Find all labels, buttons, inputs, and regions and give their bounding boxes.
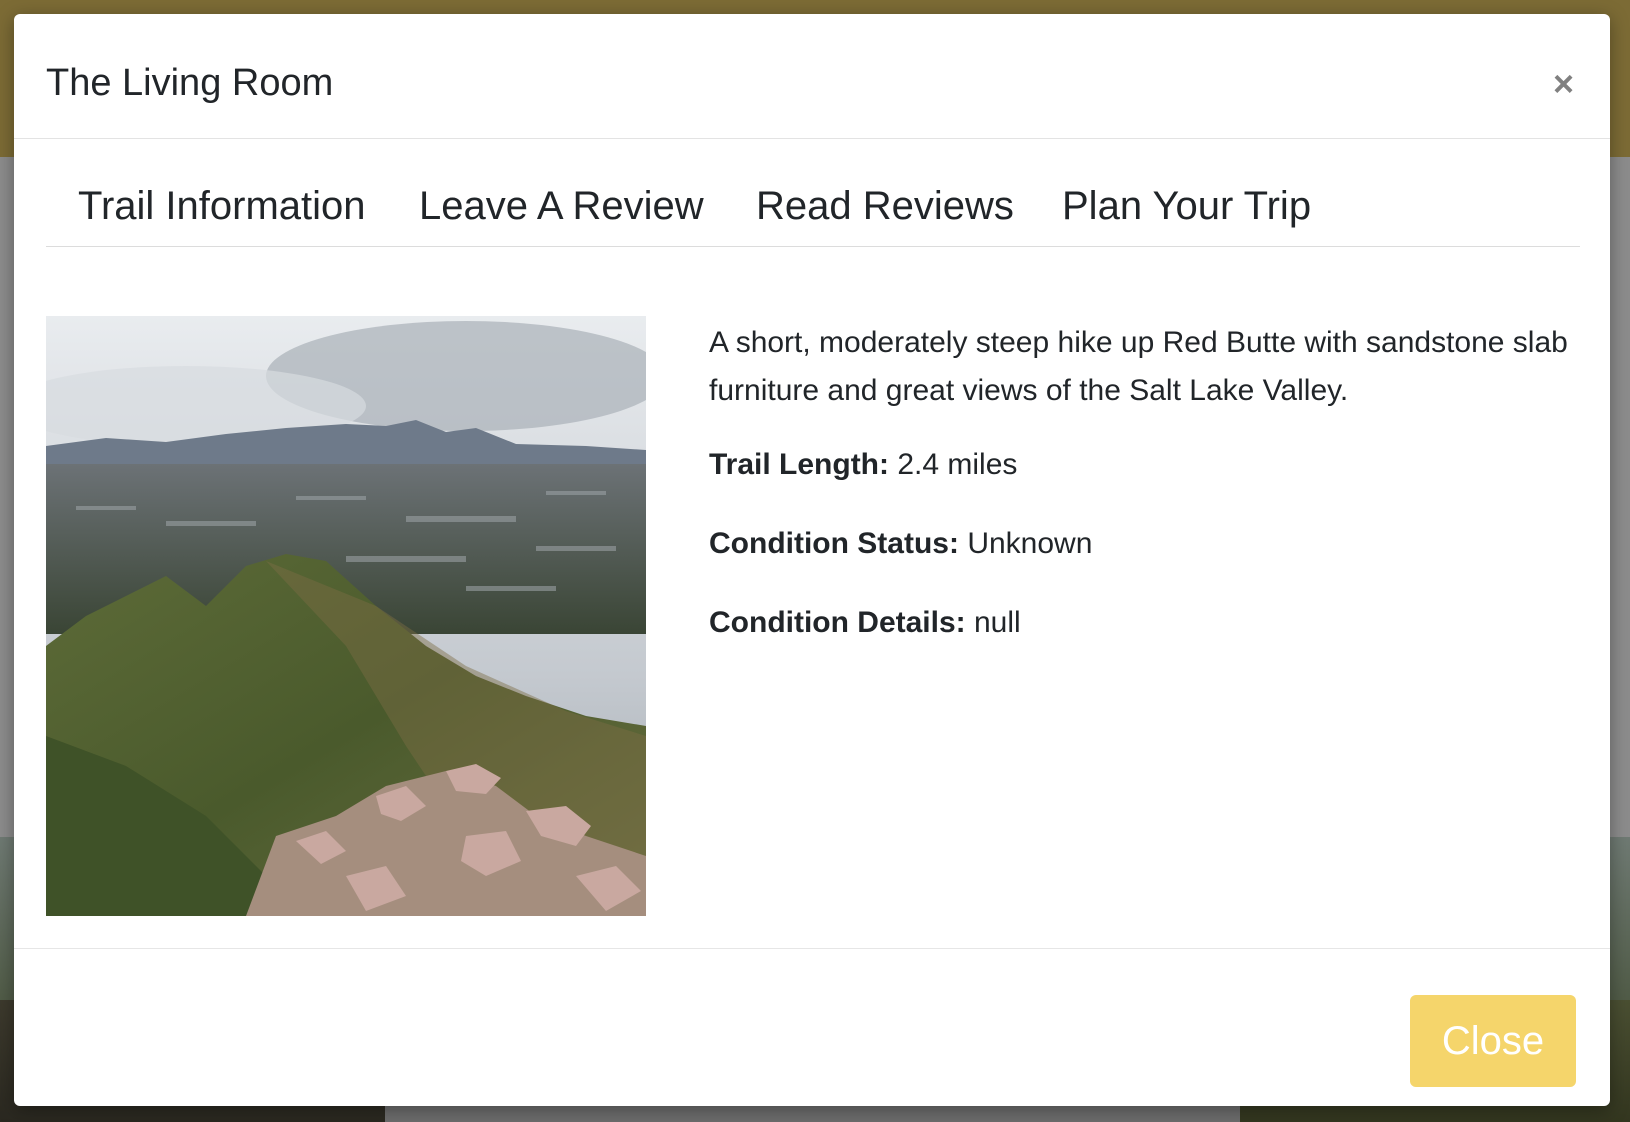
modal-header: The Living Room × — [14, 14, 1610, 139]
condition-status-label: Condition Status: — [709, 527, 959, 560]
condition-status: Condition Status: Unknown — [709, 522, 1589, 566]
tab-leave-a-review[interactable]: Leave A Review — [419, 182, 704, 230]
tab-plan-your-trip[interactable]: Plan Your Trip — [1062, 182, 1311, 230]
tab-trail-information[interactable]: Trail Information — [78, 182, 366, 230]
condition-details: Condition Details: null — [709, 601, 1589, 645]
tab-read-reviews[interactable]: Read Reviews — [756, 182, 1014, 230]
condition-status-value: Unknown — [967, 527, 1093, 560]
trail-length-label: Trail Length: — [709, 448, 889, 481]
trail-details: A short, moderately steep hike up Red Bu… — [709, 319, 1589, 680]
close-icon[interactable]: × — [1553, 66, 1574, 102]
page: The Living Room × Trail Information Leav… — [0, 0, 1630, 1122]
trail-description: A short, moderately steep hike up Red Bu… — [709, 326, 1568, 407]
modal-title: The Living Room — [46, 62, 334, 104]
trail-photo — [46, 316, 646, 916]
tab-bar: Trail Information Leave A Review Read Re… — [46, 174, 1580, 247]
trail-length: Trail Length: 2.4 miles — [709, 443, 1589, 487]
modal-footer: Close — [14, 948, 1610, 1106]
condition-details-value: null — [974, 606, 1021, 639]
trail-length-value: 2.4 miles — [897, 448, 1018, 481]
close-button[interactable]: Close — [1410, 995, 1576, 1087]
trail-modal: The Living Room × Trail Information Leav… — [14, 14, 1610, 1106]
condition-details-label: Condition Details: — [709, 606, 966, 639]
